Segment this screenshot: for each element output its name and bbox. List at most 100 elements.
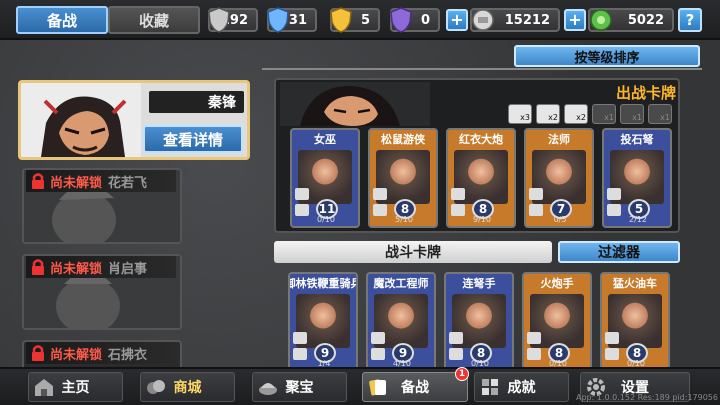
- unit-name: 火炮手: [540, 277, 574, 290]
- lock-label: 尚未解锁: [50, 261, 103, 277]
- hero-name: 石拂衣: [108, 347, 148, 363]
- deploy-title: 出战卡牌: [615, 84, 676, 102]
- hero-portrait-qinfeng: [21, 83, 141, 157]
- hero-name: 肖启事: [108, 261, 148, 277]
- unit-name: 女巫: [314, 133, 336, 146]
- locked-hero-card[interactable]: 尚未解锁 花若飞: [22, 168, 182, 244]
- slot-row: x3 x2 x2 x1 x1 x1: [508, 104, 678, 124]
- resource-value: 0: [420, 12, 430, 28]
- commander-portrait: [280, 82, 430, 126]
- resource-value: 15212: [504, 12, 550, 28]
- nav-label: 商城: [173, 380, 202, 396]
- stat-icon: [451, 204, 465, 216]
- house-icon: [35, 379, 53, 396]
- unit-card[interactable]: 魔改工程师 9 4/10: [366, 272, 436, 372]
- stat-icon: [371, 348, 385, 360]
- unit-card[interactable]: 松鼠游侠 8 5/10: [368, 128, 438, 228]
- unit-card[interactable]: 女巫 11 0/10: [290, 128, 360, 228]
- unit-name: 御林铁鞭重骑兵: [288, 277, 358, 290]
- resource-purple-shield: 0: [390, 7, 440, 33]
- blue-shield-icon: [267, 7, 289, 33]
- sort-by-level-button[interactable]: 按等级排序: [514, 45, 700, 67]
- nav-label: 聚宝: [285, 380, 314, 396]
- add-coin-button[interactable]: +: [446, 9, 468, 31]
- unit-progress: 5/10: [395, 215, 413, 224]
- selected-hero-card[interactable]: 秦锋 查看详情: [18, 80, 250, 160]
- card-slot: x1: [592, 104, 616, 124]
- unit-name: 猛火油车: [613, 277, 657, 290]
- lock-label: 尚未解锁: [50, 347, 103, 363]
- shop-icon: [147, 380, 165, 394]
- silver-coin-icon: [472, 9, 494, 31]
- stat-icon: [527, 348, 541, 360]
- class-icon: [371, 332, 385, 344]
- stat-icon: [449, 348, 463, 360]
- nav-label: 主页: [61, 380, 90, 396]
- battle-cards-title: 战斗卡牌: [274, 241, 552, 263]
- unit-card[interactable]: 红衣大炮 8 9/10: [446, 128, 516, 228]
- resource-silver-coin: 15212: [470, 8, 560, 32]
- unit-card[interactable]: 投石弩 5 2/12: [602, 128, 672, 228]
- class-icon: [529, 188, 543, 200]
- lock-bar: 尚未解锁 花若飞: [26, 170, 176, 192]
- class-icon: [527, 332, 541, 344]
- top-bar: 备战 收藏 192 31 5 0 + 15212 + 5022 ?: [0, 0, 720, 40]
- lock-icon: [32, 173, 44, 189]
- notification-badge: 1: [455, 367, 469, 381]
- unit-name: 投石弩: [620, 133, 654, 146]
- class-icon: [293, 332, 307, 344]
- nav-shop-button[interactable]: 商城: [140, 372, 235, 402]
- class-icon: [449, 332, 463, 344]
- unit-name: 魔改工程师: [373, 277, 429, 290]
- card-slot: x1: [620, 104, 644, 124]
- lock-icon: [32, 345, 44, 361]
- resource-green-gem: 5022: [588, 8, 674, 32]
- view-details-button[interactable]: 查看详情: [143, 125, 243, 153]
- card-slot: x2: [536, 104, 560, 124]
- hero-name: 秦锋: [149, 91, 244, 113]
- unit-card[interactable]: 火炮手 8 0/10: [522, 272, 592, 372]
- tab-collection[interactable]: 收藏: [108, 6, 200, 34]
- card-slot: x3: [508, 104, 532, 124]
- unit-progress: 2/12: [629, 215, 647, 224]
- unit-name: 法师: [548, 133, 570, 146]
- battle-card-row: 御林铁鞭重骑兵 9 1/4 魔改工程师 9 4/10 连弩手 8 0/10 火炮手 8 0/10 猛火油…: [288, 272, 688, 372]
- stat-icon: [293, 348, 307, 360]
- stat-icon: [373, 204, 387, 216]
- tab-prepare[interactable]: 备战: [16, 6, 108, 34]
- locked-hero-card[interactable]: 尚未解锁 肖启事: [22, 254, 182, 330]
- unit-progress: 0/10: [317, 215, 335, 224]
- unit-card[interactable]: 连弩手 8 0/10: [444, 272, 514, 372]
- unit-name: 松鼠游侠: [381, 133, 425, 146]
- locked-hero-card[interactable]: 尚未解锁 石拂衣: [22, 340, 182, 370]
- cards-icon: [369, 379, 386, 396]
- add-gem-button[interactable]: +: [564, 9, 586, 31]
- lock-label: 尚未解锁: [50, 175, 103, 191]
- unit-progress: 0/5: [553, 215, 567, 224]
- unit-card[interactable]: 猛火油车 8 0/10: [600, 272, 670, 372]
- deploy-panel: 出战卡牌 x3 x2 x2 x1 x1 x1 女巫 11 0/10 松鼠游侠 8 5/10 红衣大炮 8…: [274, 78, 680, 233]
- resource-value: 31: [288, 12, 307, 28]
- nav-label: 备战: [401, 380, 429, 396]
- silver-shield-icon: [208, 7, 230, 33]
- unit-card[interactable]: 法师 7 0/5: [524, 128, 594, 228]
- purple-shield-icon: [390, 7, 412, 33]
- help-button[interactable]: ?: [678, 8, 702, 32]
- treasure-icon: [259, 383, 277, 395]
- bottom-nav: 主页 商城 聚宝 备战 1 成就 设置 App: 1.0.0.152 Res:1…: [0, 367, 720, 405]
- unit-name: 红衣大炮: [459, 133, 503, 146]
- unit-name: 连弩手: [462, 277, 496, 290]
- stat-icon: [607, 204, 621, 216]
- unit-card[interactable]: 御林铁鞭重骑兵 9 1/4: [288, 272, 358, 372]
- card-slot: x2: [564, 104, 588, 124]
- nav-prepare-button[interactable]: 备战 1: [362, 367, 469, 402]
- lock-bar: 尚未解锁 石拂衣: [26, 342, 176, 364]
- nav-home-button[interactable]: 主页: [28, 372, 123, 402]
- deploy-card-row: 女巫 11 0/10 松鼠游侠 8 5/10 红衣大炮 8 9/10 法师 7 0/5 投石弩 5 2/12: [290, 128, 672, 232]
- green-gem-icon: [590, 9, 612, 31]
- filter-button[interactable]: 过滤器: [558, 241, 680, 263]
- nav-treasure-button[interactable]: 聚宝: [252, 372, 347, 402]
- class-icon: [373, 188, 387, 200]
- resource-gold-shield: 5: [330, 7, 380, 33]
- class-icon: [451, 188, 465, 200]
